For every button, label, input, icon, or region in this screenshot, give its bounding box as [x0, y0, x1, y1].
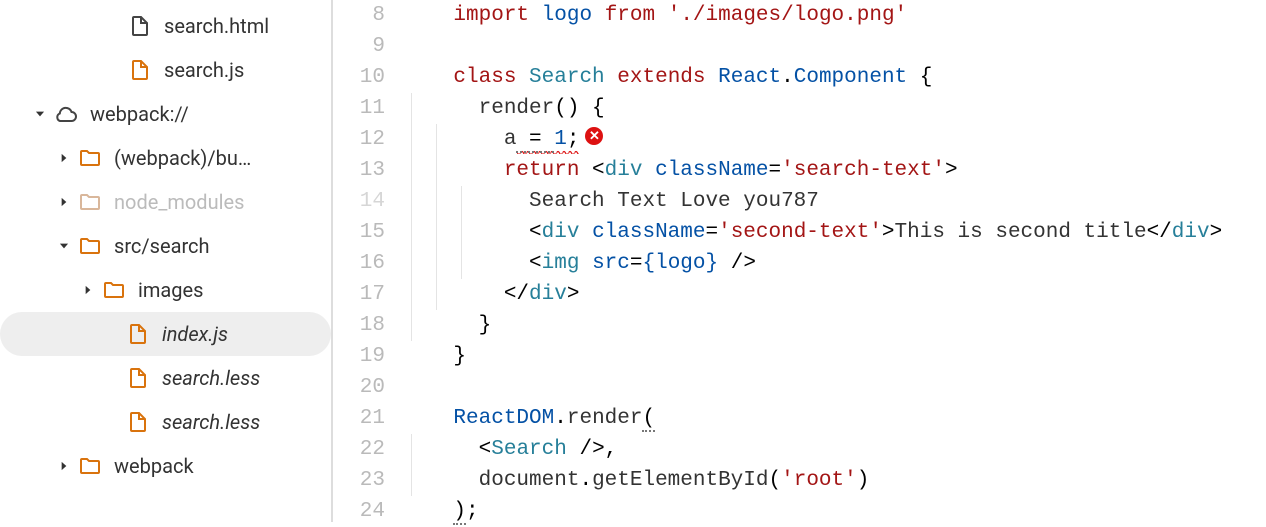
chevron-right-icon[interactable]: [56, 150, 72, 166]
tree-folder[interactable]: node_modules: [0, 180, 331, 224]
file-orange-icon: [126, 366, 150, 390]
tree-file[interactable]: search.less: [0, 400, 331, 444]
code-line[interactable]: render() {: [403, 93, 1266, 124]
tree-folder[interactable]: images: [0, 268, 331, 312]
arrow-spacer: [104, 414, 120, 430]
line-number[interactable]: 9: [333, 31, 385, 62]
line-number-gutter: 89101112131415161718192021222324: [333, 0, 403, 522]
code-line[interactable]: <Search />,: [403, 434, 1266, 465]
code-line[interactable]: class Search extends React.Component {: [403, 62, 1266, 93]
code-line[interactable]: [403, 31, 1266, 62]
tree-item-label: search.less: [162, 410, 260, 434]
tree-folder[interactable]: (webpack)/bu…: [0, 136, 331, 180]
arrow-spacer: [106, 62, 122, 78]
tree-item-label: webpack://: [90, 102, 189, 126]
file-orange-icon: [126, 322, 150, 346]
folder-icon: [78, 454, 102, 478]
line-number[interactable]: 21: [333, 403, 385, 434]
line-number[interactable]: 11: [333, 93, 385, 124]
code-line[interactable]: }: [403, 341, 1266, 372]
line-number[interactable]: 12: [333, 124, 385, 155]
code-line[interactable]: document.getElementById('root'): [403, 465, 1266, 496]
tree-item-label: webpack: [114, 454, 194, 478]
code-line[interactable]: ReactDOM.render(: [403, 403, 1266, 434]
chevron-right-icon[interactable]: [80, 282, 96, 298]
chevron-right-icon[interactable]: [56, 194, 72, 210]
tree-item-label: node_modules: [114, 190, 244, 214]
code-line[interactable]: }: [403, 310, 1266, 341]
code-line[interactable]: return <div className='search-text'>: [403, 155, 1266, 186]
code-line[interactable]: a = 1;✕: [403, 124, 1266, 155]
code-line[interactable]: );: [403, 496, 1266, 527]
tree-item-label: index.js: [162, 322, 228, 346]
line-number[interactable]: 19: [333, 341, 385, 372]
folder-icon: [102, 278, 126, 302]
tree-item-label: images: [138, 278, 203, 302]
line-number[interactable]: 16: [333, 248, 385, 279]
code-line[interactable]: import logo from './images/logo.png': [403, 0, 1266, 31]
file-orange-icon: [126, 410, 150, 434]
tree-item-label: search.less: [162, 366, 260, 390]
line-number[interactable]: 22: [333, 434, 385, 465]
file-tree-sidebar: search.html search.js webpack:// (webpack)/…: [0, 0, 331, 522]
tree-item-label: (webpack)/bu…: [114, 146, 251, 170]
line-number[interactable]: 15: [333, 217, 385, 248]
file-icon: [128, 14, 152, 38]
tree-file[interactable]: search.js: [0, 48, 331, 92]
code-editor[interactable]: 89101112131415161718192021222324 import …: [333, 0, 1266, 522]
tree-folder[interactable]: webpack://: [0, 92, 331, 136]
chevron-right-icon[interactable]: [56, 458, 72, 474]
line-number[interactable]: 8: [333, 0, 385, 31]
tree-file[interactable]: search.less: [0, 356, 331, 400]
code-content[interactable]: import logo from './images/logo.png' cla…: [403, 0, 1266, 522]
arrow-spacer: [104, 326, 120, 342]
line-number[interactable]: 18: [333, 310, 385, 341]
tree-file[interactable]: index.js: [0, 312, 331, 356]
folder-icon: [78, 234, 102, 258]
code-line[interactable]: Search Text Love you787: [403, 186, 1266, 217]
folder-muted-icon: [78, 190, 102, 214]
file-orange-icon: [128, 58, 152, 82]
line-number[interactable]: 10: [333, 62, 385, 93]
tree-file[interactable]: search.html: [0, 4, 331, 48]
line-number[interactable]: 13: [333, 155, 385, 186]
cloud-icon: [54, 102, 78, 126]
chevron-down-icon[interactable]: [56, 238, 72, 254]
folder-icon: [78, 146, 102, 170]
line-number[interactable]: 17: [333, 279, 385, 310]
chevron-down-icon[interactable]: [32, 106, 48, 122]
code-line[interactable]: <img src={logo} />: [403, 248, 1266, 279]
arrow-spacer: [106, 18, 122, 34]
tree-folder[interactable]: webpack: [0, 444, 331, 488]
line-number[interactable]: 23: [333, 465, 385, 496]
error-icon[interactable]: ✕: [585, 127, 603, 145]
code-line[interactable]: <div className='second-text'>This is sec…: [403, 217, 1266, 248]
line-number[interactable]: 14: [333, 186, 385, 217]
arrow-spacer: [104, 370, 120, 386]
code-line[interactable]: </div>: [403, 279, 1266, 310]
tree-folder[interactable]: src/search: [0, 224, 331, 268]
tree-item-label: src/search: [114, 234, 210, 258]
line-number[interactable]: 24: [333, 496, 385, 527]
line-number[interactable]: 20: [333, 372, 385, 403]
code-line[interactable]: [403, 372, 1266, 403]
tree-item-label: search.js: [164, 58, 244, 82]
tree-item-label: search.html: [164, 14, 269, 38]
error-squiggle: = 1;: [516, 128, 579, 154]
